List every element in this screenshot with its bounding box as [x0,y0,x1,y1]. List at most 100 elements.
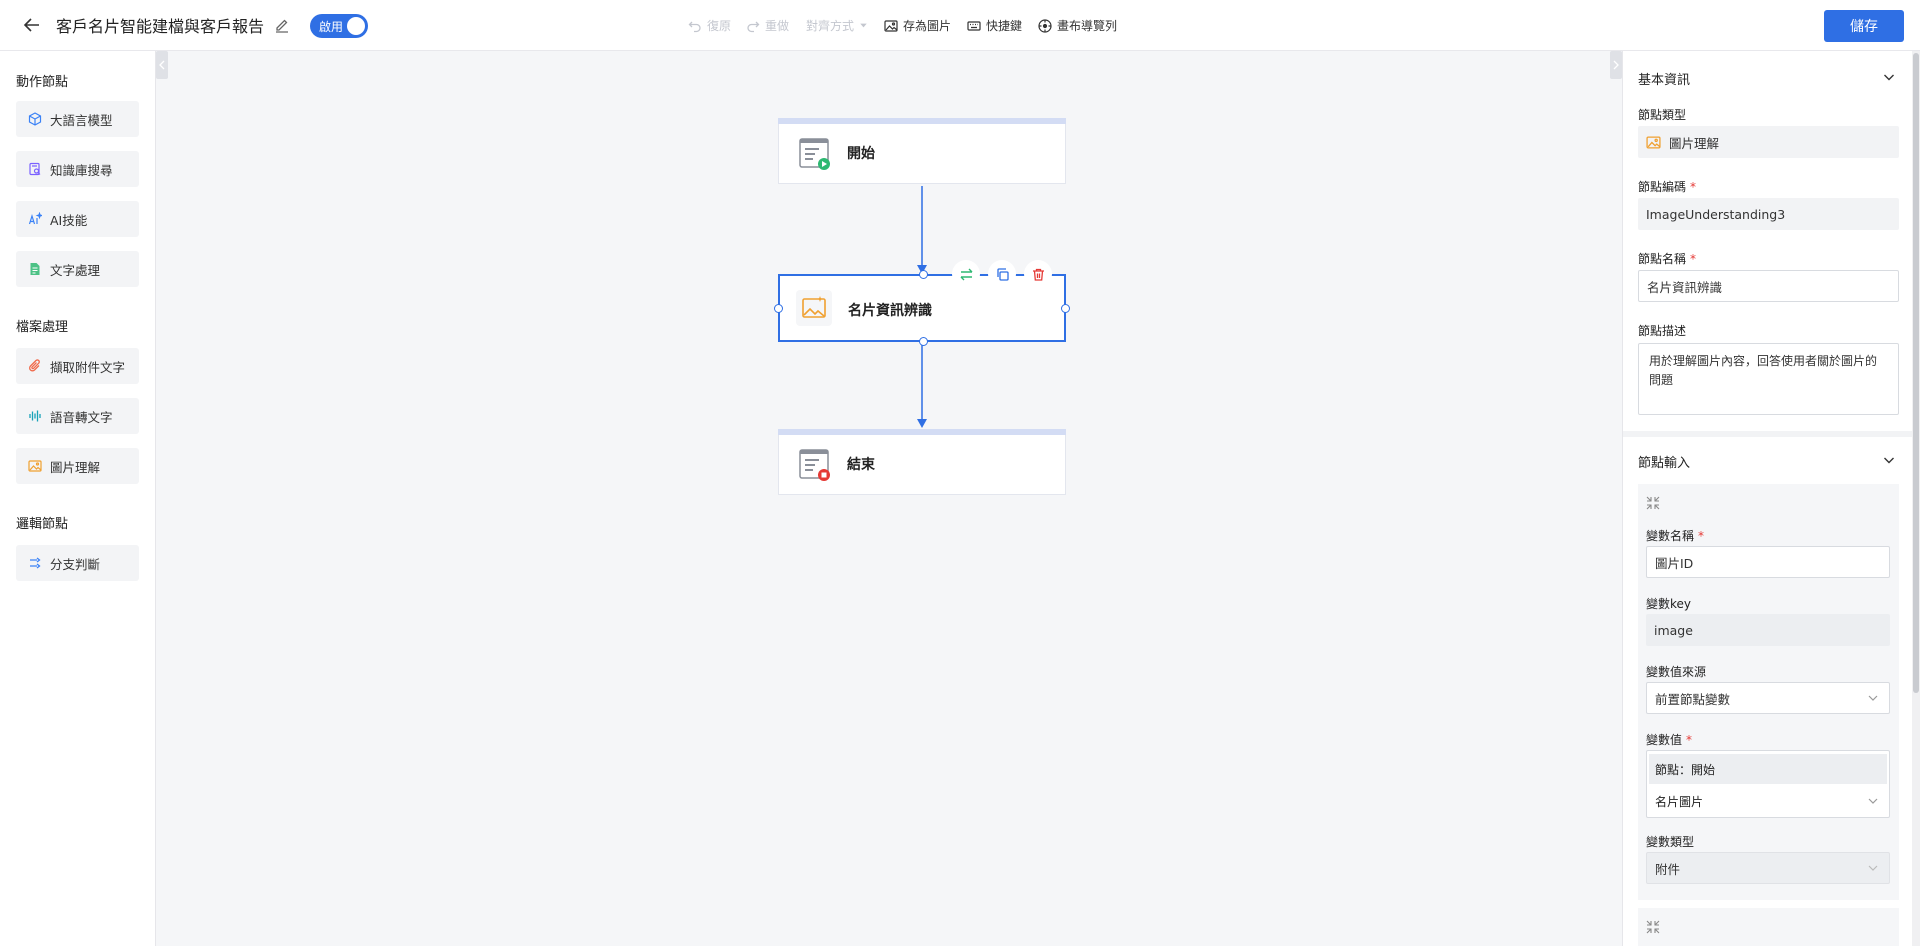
app-title: 客戶名片智能建檔與客戶報告 [56,17,265,36]
align-dropdown[interactable]: 對齊方式 [806,17,868,34]
node-type-value: 圖片理解 [1669,135,1720,151]
keyboard-icon [967,20,981,31]
copy-node-button[interactable] [988,260,1016,288]
node-desc-label: 節點描述 [1638,324,1687,338]
audio-wave-icon [29,410,41,422]
collapse-arrows-icon[interactable] [1646,496,1660,510]
caret-down-icon [860,23,867,28]
enable-toggle[interactable]: 啟用 [310,14,368,38]
palette-item-extract-attachment[interactable]: 擷取附件文字 [16,348,139,384]
chevron-down-icon [1868,798,1878,804]
palette-item-label: 分支判斷 [50,556,101,572]
swap-node-button[interactable] [952,260,980,288]
palette-item-label: 擷取附件文字 [50,359,126,375]
palette-item-label: 知識庫搜尋 [50,162,113,178]
redo-button[interactable]: 重做 [746,17,789,34]
group-title-action: 動作節點 [16,75,69,90]
node-palette: 動作節點 大語言模型 知識庫搜尋 AI技能 文字處理 檔案處理 擷取附件文字 語… [0,51,156,946]
palette-item-speech-to-text[interactable]: 語音轉文字 [16,398,139,434]
chevron-down-icon[interactable] [1882,453,1896,467]
shortcuts-label: 快捷鍵 [986,19,1023,33]
scrollbar-thumb[interactable] [1913,53,1919,693]
connection-handle-right[interactable] [1061,304,1070,313]
node-label: 名片資訊辨識 [848,303,932,319]
node-desc-textarea[interactable]: 用於理解圖片內容，回答使用者關於圖片的問題 [1638,343,1899,415]
node-input-title: 節點輸入 [1638,456,1691,471]
compass-icon [1038,18,1052,33]
palette-item-label: AI技能 [50,212,88,228]
input-variable-card-2 [1638,908,1899,946]
document-icon [30,263,40,275]
connection-handle-bottom[interactable] [919,337,928,346]
var-source-value: 前置節點變數 [1655,691,1731,707]
var-type-value: 附件 [1655,861,1681,877]
var-value-select[interactable]: 名片圖片 [1649,786,1887,816]
toggle-knob [347,17,365,35]
node-code-label: 節點編碼 * [1638,180,1697,194]
var-value-label: 變數值 * [1646,733,1693,747]
edit-title-icon[interactable] [274,17,290,33]
palette-item-branch[interactable]: 分支判斷 [16,545,139,581]
connection-handle-left[interactable] [774,304,783,313]
var-type-label: 變數類型 [1646,835,1695,849]
node-label: 結束 [847,457,875,473]
node-name-input[interactable]: 名片資訊辨識 [1638,270,1899,302]
flow-node-start[interactable]: 開始 [778,118,1066,184]
chevron-down-icon [1868,865,1878,871]
align-label: 對齊方式 [806,19,855,33]
group-title-logic: 邏輯節點 [16,517,69,532]
var-value-select-value: 名片圖片 [1655,794,1704,809]
palette-item-image-understanding[interactable]: 圖片理解 [16,448,139,484]
book-search-icon [29,162,41,176]
copy-icon [996,267,1009,281]
palette-item-knowledge-search[interactable]: 知識庫搜尋 [16,151,139,187]
end-node-icon [799,449,830,481]
node-name-label: 節點名稱 * [1638,252,1697,266]
back-arrow-icon[interactable] [22,15,42,35]
node-header-bar [778,429,1066,435]
properties-panel: 基本資訊 節點類型 圖片理解 節點編碼 * ImageUnderstanding3… [1622,51,1920,946]
image-icon [28,460,42,472]
save-button[interactable]: 儲存 [1824,10,1904,42]
shortcuts-button[interactable]: 快捷鍵 [967,17,1022,34]
save-image-button[interactable]: 存為圖片 [884,17,951,34]
var-value-box: 節點：開始 名片圖片 [1646,750,1890,818]
undo-label: 復原 [707,19,732,33]
panel-scrollbar[interactable] [1912,51,1920,946]
basic-info-title: 基本資訊 [1638,73,1691,88]
redo-icon [747,21,760,32]
var-name-label: 變數名稱 * [1646,529,1705,543]
undo-button[interactable]: 復原 [688,17,731,34]
palette-item-text-processing[interactable]: 文字處理 [16,251,139,287]
var-key-field: image [1646,614,1890,646]
group-title-file: 檔案處理 [16,320,69,335]
paperclip-icon [29,359,40,372]
save-image-label: 存為圖片 [903,19,952,33]
collapse-arrows-icon[interactable] [1646,920,1660,934]
node-type-label: 節點類型 [1638,108,1687,122]
canvas-nav-button[interactable]: 畫布導覽列 [1038,17,1117,34]
canvas-nav-label: 畫布導覽列 [1057,19,1118,33]
flow-node-card-recognition[interactable]: 名片資訊辨識 [774,260,1070,346]
var-key-label: 變數key [1646,597,1692,611]
palette-item-llm[interactable]: 大語言模型 [16,101,139,137]
image-icon [1646,136,1661,148]
var-name-input[interactable]: 圖片ID [1646,546,1890,578]
flow-node-end[interactable]: 結束 [778,429,1066,495]
var-source-select[interactable]: 前置節點變數 [1646,682,1890,714]
image-understanding-node-icon [796,290,832,326]
node-code-field[interactable]: ImageUnderstanding3 [1638,198,1899,230]
swap-icon [960,268,972,280]
image-icon [884,19,898,32]
delete-node-button[interactable] [1024,260,1052,288]
var-type-select: 附件 [1646,852,1890,884]
edge-arrowhead [917,419,927,428]
connection-handle-top[interactable] [919,270,928,279]
chevron-down-icon[interactable] [1882,70,1896,84]
trash-icon [1032,268,1044,281]
flow-canvas[interactable]: 開始 名片資訊辨識 結束 [156,51,1622,946]
top-bar: 客戶名片智能建檔與客戶報告 啟用 復原 重做 對齊方式 存為圖片 快捷鍵 畫布導… [0,0,1920,51]
palette-item-ai-skill[interactable]: AI技能 [16,201,139,237]
node-header-bar [778,118,1066,124]
cube-icon [28,112,42,126]
